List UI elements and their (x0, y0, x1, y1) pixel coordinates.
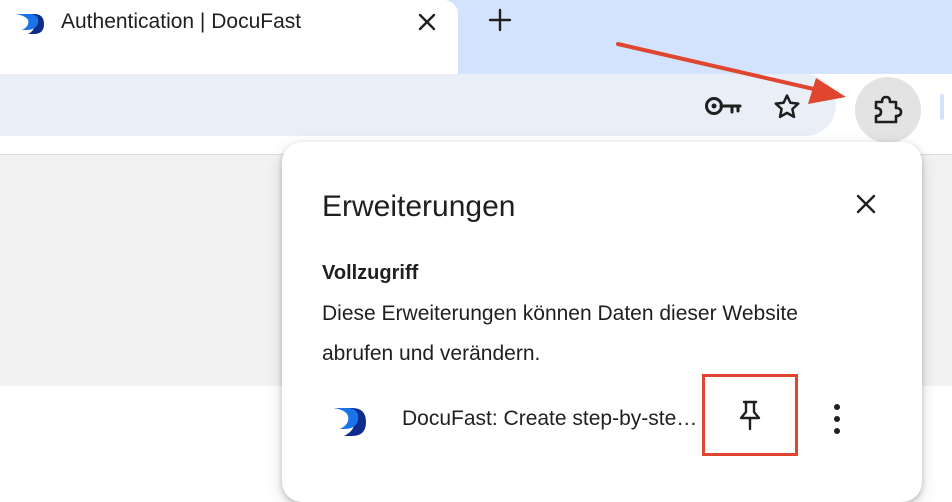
extension-name: DocuFast: Create step-by-step guides (402, 407, 702, 430)
puzzle-piece-icon[interactable] (855, 77, 921, 143)
section-heading: Vollzugriff (322, 262, 419, 284)
docufast-logo-icon (14, 10, 48, 36)
tab-strip: Authentication | DocuFast (0, 0, 952, 74)
docufast-logo-icon (332, 402, 368, 438)
more-vert-icon[interactable] (822, 394, 852, 444)
active-tab[interactable]: Authentication | DocuFast (0, 0, 458, 74)
key-icon[interactable] (703, 92, 743, 120)
popup-title: Erweiterungen (322, 190, 516, 223)
pin-icon[interactable] (702, 374, 798, 456)
section-description: Diese Erweiterungen können Daten dieser … (322, 302, 798, 365)
extensions-popup: Erweiterungen Vollzugriff Diese Erweiter… (282, 142, 922, 502)
toolbar-edge (940, 94, 944, 120)
close-icon[interactable] (414, 9, 440, 35)
star-icon[interactable] (770, 90, 804, 124)
address-bar[interactable] (0, 74, 836, 136)
tab-title: Authentication | DocuFast (61, 10, 302, 33)
plus-icon[interactable] (486, 6, 514, 34)
extension-item[interactable]: DocuFast: Create step-by-step guides (282, 372, 922, 462)
close-icon[interactable] (850, 188, 882, 220)
